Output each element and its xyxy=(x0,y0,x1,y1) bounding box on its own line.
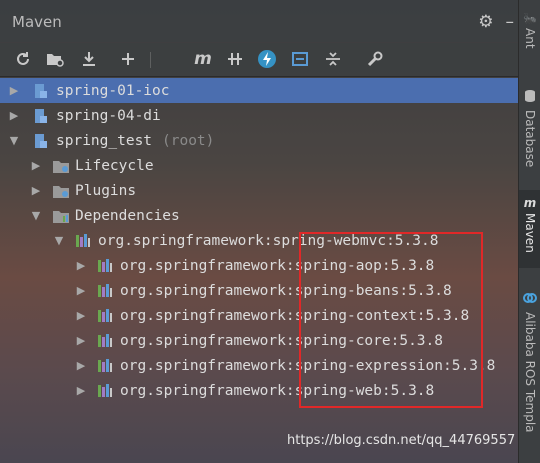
expand-arrow-icon[interactable]: ▶ xyxy=(8,84,20,97)
maven-project-icon xyxy=(32,107,50,125)
expand-arrow-icon[interactable]: ▶ xyxy=(75,384,87,397)
expand-arrow-icon[interactable]: ▶ xyxy=(75,309,87,322)
reload-icon[interactable] xyxy=(12,48,34,70)
show-dependencies-icon[interactable] xyxy=(289,48,311,70)
panel-title: Maven xyxy=(12,13,62,31)
highlight-annotation-box xyxy=(299,232,483,408)
database-icon xyxy=(524,88,536,107)
add-folder-icon[interactable] xyxy=(44,48,66,70)
root-suffix: (root) xyxy=(162,132,215,149)
collapse-all-icon[interactable] xyxy=(322,48,344,70)
panel-header: Maven ⚙ – xyxy=(0,0,518,42)
tree-label: spring-04-di xyxy=(56,107,161,124)
side-tab-alibaba-ros[interactable]: Alibaba ROS Templa xyxy=(519,290,540,433)
watermark-text: https://blog.csdn.net/qq_44769557 xyxy=(287,433,516,448)
library-icon xyxy=(96,307,114,325)
expand-arrow-icon[interactable]: ▶ xyxy=(30,159,42,172)
expand-arrow-icon[interactable]: ▶ xyxy=(75,259,87,272)
expand-arrow-icon[interactable]: ▶ xyxy=(75,284,87,297)
library-icon xyxy=(96,257,114,275)
expand-arrow-icon[interactable]: ▶ xyxy=(75,359,87,372)
maven-project-icon xyxy=(32,82,50,100)
side-tab-maven[interactable]: m Maven xyxy=(519,190,540,268)
library-icon xyxy=(96,357,114,375)
tree-row-dependencies[interactable]: ▼ Dependencies xyxy=(0,203,518,228)
tree-label: Dependencies xyxy=(75,207,180,224)
tree-row-project-spring-test[interactable]: ▼ spring_test (root) xyxy=(0,128,518,153)
right-tool-window-bar: 🐜 Ant Database m Maven Alibaba ROS Templ… xyxy=(518,0,540,463)
expand-arrow-icon[interactable]: ▶ xyxy=(30,184,42,197)
ant-icon: 🐜 xyxy=(523,12,537,25)
tree-label: spring_test xyxy=(56,132,153,149)
maven-icon: m xyxy=(523,196,537,210)
side-tab-ant[interactable]: 🐜 Ant xyxy=(519,12,540,49)
side-tab-label: Ant xyxy=(523,28,537,49)
library-icon xyxy=(96,382,114,400)
lightning-icon[interactable] xyxy=(256,48,278,70)
side-tab-label: Maven xyxy=(523,213,537,253)
tree-label: Lifecycle xyxy=(75,157,154,174)
plugins-folder-icon xyxy=(52,182,70,200)
toolbar-separator xyxy=(150,52,151,68)
dependencies-folder-icon xyxy=(52,207,70,225)
gear-icon[interactable]: ⚙ xyxy=(478,12,493,32)
expand-arrow-icon[interactable]: ▶ xyxy=(8,109,20,122)
tree-row-project-spring-01-ioc[interactable]: ▶ spring-01-ioc xyxy=(0,78,518,103)
collapse-arrow-icon[interactable]: ▼ xyxy=(30,209,42,222)
add-icon[interactable] xyxy=(117,48,139,70)
tree-row-lifecycle[interactable]: ▶ Lifecycle xyxy=(0,153,518,178)
library-icon xyxy=(96,332,114,350)
library-icon xyxy=(96,282,114,300)
lifecycle-folder-icon xyxy=(52,157,70,175)
maven-toolbar: m xyxy=(0,43,518,77)
side-tab-label: Alibaba ROS Templa xyxy=(523,312,537,433)
collapse-arrow-icon[interactable]: ▼ xyxy=(53,234,65,247)
side-tab-database[interactable]: Database xyxy=(519,88,540,167)
expand-arrow-icon[interactable]: ▶ xyxy=(75,334,87,347)
maven-project-icon xyxy=(32,132,50,150)
collapse-arrow-icon[interactable]: ▼ xyxy=(8,134,20,147)
alibaba-icon xyxy=(523,290,537,309)
tree-label: Plugins xyxy=(75,182,137,199)
tree-row-project-spring-04-di[interactable]: ▶ spring-04-di xyxy=(0,103,518,128)
maven-panel: Maven ⚙ – m ▶ spring-01-ioc ▶ spring-04-… xyxy=(0,0,518,463)
tree-label: spring-01-ioc xyxy=(56,82,170,99)
download-icon[interactable] xyxy=(78,48,100,70)
hide-icon[interactable]: – xyxy=(506,12,515,32)
execute-goal-icon[interactable]: m xyxy=(192,48,214,70)
tree-row-plugins[interactable]: ▶ Plugins xyxy=(0,178,518,203)
library-icon xyxy=(74,232,92,250)
toggle-offline-icon[interactable] xyxy=(224,48,246,70)
side-tab-label: Database xyxy=(523,110,537,168)
settings-wrench-icon[interactable] xyxy=(364,48,386,70)
